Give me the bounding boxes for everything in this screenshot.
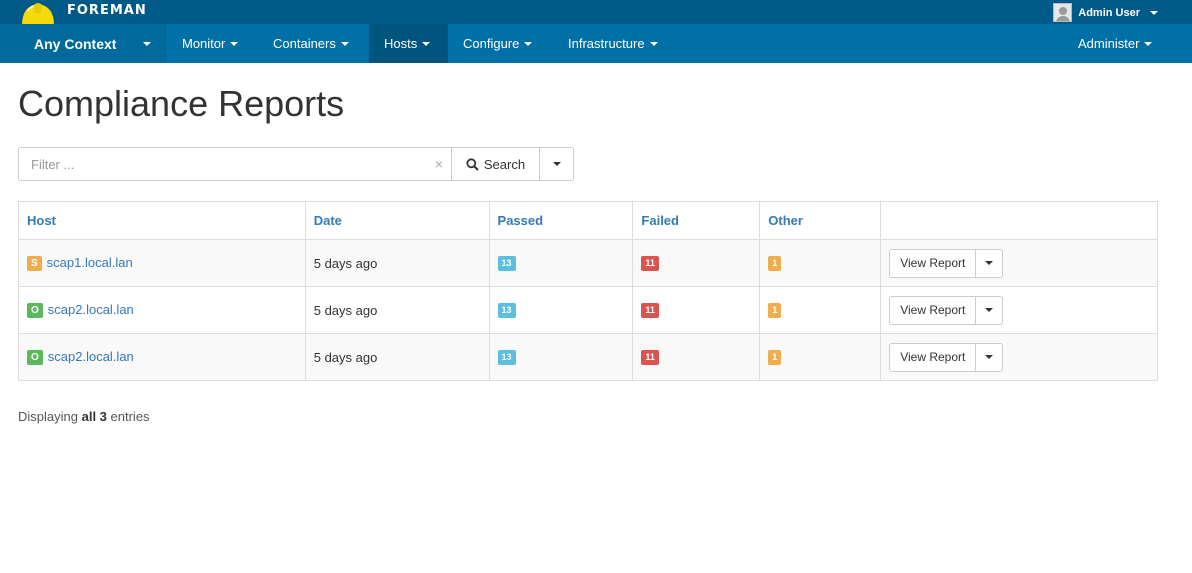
date-cell: 5 days ago (304, 333, 490, 381)
search-button-label: Search (483, 156, 526, 172)
nav-containers-label: Containers (273, 36, 336, 51)
context-label: Any Context (34, 35, 117, 52)
chevron-down-icon (985, 355, 994, 359)
table-row: Sscap1.local.lan 5 days ago 13 11 1 View… (18, 239, 1158, 287)
actions-dropdown-button[interactable] (976, 342, 1004, 372)
failed-cell: 11 (632, 239, 761, 287)
actions-dropdown-button[interactable] (976, 248, 1004, 278)
chevron-down-icon (143, 42, 151, 46)
host-link[interactable]: scap1.local.lan (47, 255, 133, 270)
nav-monitor[interactable]: Monitor (167, 24, 253, 63)
pagination-prefix: Displaying (18, 409, 78, 424)
search-button[interactable]: Search (451, 147, 540, 181)
date-cell: 5 days ago (304, 239, 490, 287)
chevron-down-icon (552, 162, 561, 166)
pagination-suffix: entries (110, 409, 150, 424)
user-name: Admin User (1078, 6, 1140, 19)
other-badge: 1 (768, 256, 782, 272)
main-nav: Any Context Monitor Containers Hosts Con… (0, 24, 1192, 63)
page-title: Compliance Reports (18, 83, 345, 124)
view-report-button[interactable]: View Report (889, 295, 977, 325)
nav-configure-label: Configure (463, 36, 520, 51)
chevron-down-icon (1144, 41, 1153, 46)
chevron-down-icon (524, 41, 533, 46)
brand-name: FOREMAN (67, 3, 147, 18)
clear-icon[interactable]: × (435, 156, 443, 172)
host-cell: Sscap1.local.lan (18, 239, 306, 287)
nav-hosts[interactable]: Hosts (369, 24, 448, 63)
column-host[interactable]: Host (18, 201, 306, 240)
actions-dropdown-button[interactable] (976, 295, 1004, 325)
context-selector[interactable]: Any Context (0, 24, 166, 63)
pagination-summary: Displaying all 3 entries (18, 409, 150, 424)
host-link[interactable]: scap2.local.lan (48, 302, 134, 317)
nav-hosts-label: Hosts (384, 36, 418, 51)
search-icon (466, 157, 479, 171)
column-passed[interactable]: Passed (488, 201, 634, 240)
nav-monitor-label: Monitor (182, 36, 226, 51)
column-date[interactable]: Date (304, 201, 490, 240)
column-actions (880, 201, 1158, 240)
filter-box: × (18, 147, 451, 181)
nav-containers[interactable]: Containers (258, 24, 364, 63)
nav-administer-label: Administer (1078, 36, 1140, 51)
chevron-down-icon (230, 41, 239, 46)
table-row: Oscap2.local.lan 5 days ago 13 11 1 View… (18, 286, 1158, 334)
failed-badge: 11 (641, 256, 659, 272)
chevron-down-icon (422, 41, 431, 46)
other-badge: 1 (768, 350, 782, 366)
other-badge: 1 (768, 303, 782, 319)
status-badge: O (27, 350, 43, 366)
nav-configure[interactable]: Configure (448, 24, 547, 63)
failed-cell: 11 (632, 286, 761, 334)
view-report-button[interactable]: View Report (889, 248, 977, 278)
nav-infrastructure[interactable]: Infrastructure (553, 24, 673, 63)
passed-cell: 13 (488, 239, 634, 287)
other-cell: 1 (759, 333, 882, 381)
other-cell: 1 (759, 239, 882, 287)
chevron-down-icon (985, 261, 994, 265)
column-failed[interactable]: Failed (632, 201, 761, 240)
top-bar: FOREMAN Admin User (0, 0, 1192, 30)
table-row: Oscap2.local.lan 5 days ago 13 11 1 View… (18, 333, 1158, 381)
passed-badge: 13 (497, 256, 516, 272)
other-cell: 1 (759, 286, 882, 334)
user-avatar-icon (1053, 3, 1073, 22)
status-badge: S (27, 256, 42, 272)
host-cell: Oscap2.local.lan (18, 333, 306, 381)
status-badge: O (27, 303, 43, 319)
column-other[interactable]: Other (759, 201, 882, 240)
nav-infrastructure-label: Infrastructure (568, 36, 645, 51)
date-cell: 5 days ago (304, 286, 490, 334)
failed-badge: 11 (641, 303, 659, 319)
passed-cell: 13 (488, 286, 634, 334)
actions-cell: View Report (880, 239, 1158, 287)
failed-cell: 11 (632, 333, 761, 381)
pagination-count: all 3 (81, 409, 107, 424)
host-cell: Oscap2.local.lan (18, 286, 306, 334)
chevron-down-icon (985, 308, 994, 312)
bookmarks-dropdown-button[interactable] (540, 147, 574, 181)
passed-badge: 13 (497, 350, 516, 366)
passed-badge: 13 (497, 303, 516, 319)
action-group: View Report (889, 342, 1149, 372)
actions-cell: View Report (880, 286, 1158, 334)
chevron-down-icon (649, 41, 658, 46)
host-link[interactable]: scap2.local.lan (48, 349, 134, 364)
reports-table: Host Date Passed Failed Other Sscap1.loc… (18, 201, 1158, 381)
search-input[interactable] (19, 148, 451, 180)
action-group: View Report (889, 248, 1149, 278)
chevron-down-icon (340, 41, 349, 46)
actions-cell: View Report (880, 333, 1158, 381)
table-header-row: Host Date Passed Failed Other (18, 201, 1158, 240)
nav-administer[interactable]: Administer (1063, 24, 1167, 63)
user-menu[interactable]: Admin User (1053, 3, 1158, 22)
action-group: View Report (889, 295, 1149, 325)
chevron-down-icon (1150, 10, 1158, 15)
passed-cell: 13 (488, 333, 634, 381)
view-report-button[interactable]: View Report (889, 342, 977, 372)
search-bar: × Search (18, 147, 574, 181)
failed-badge: 11 (641, 350, 659, 366)
